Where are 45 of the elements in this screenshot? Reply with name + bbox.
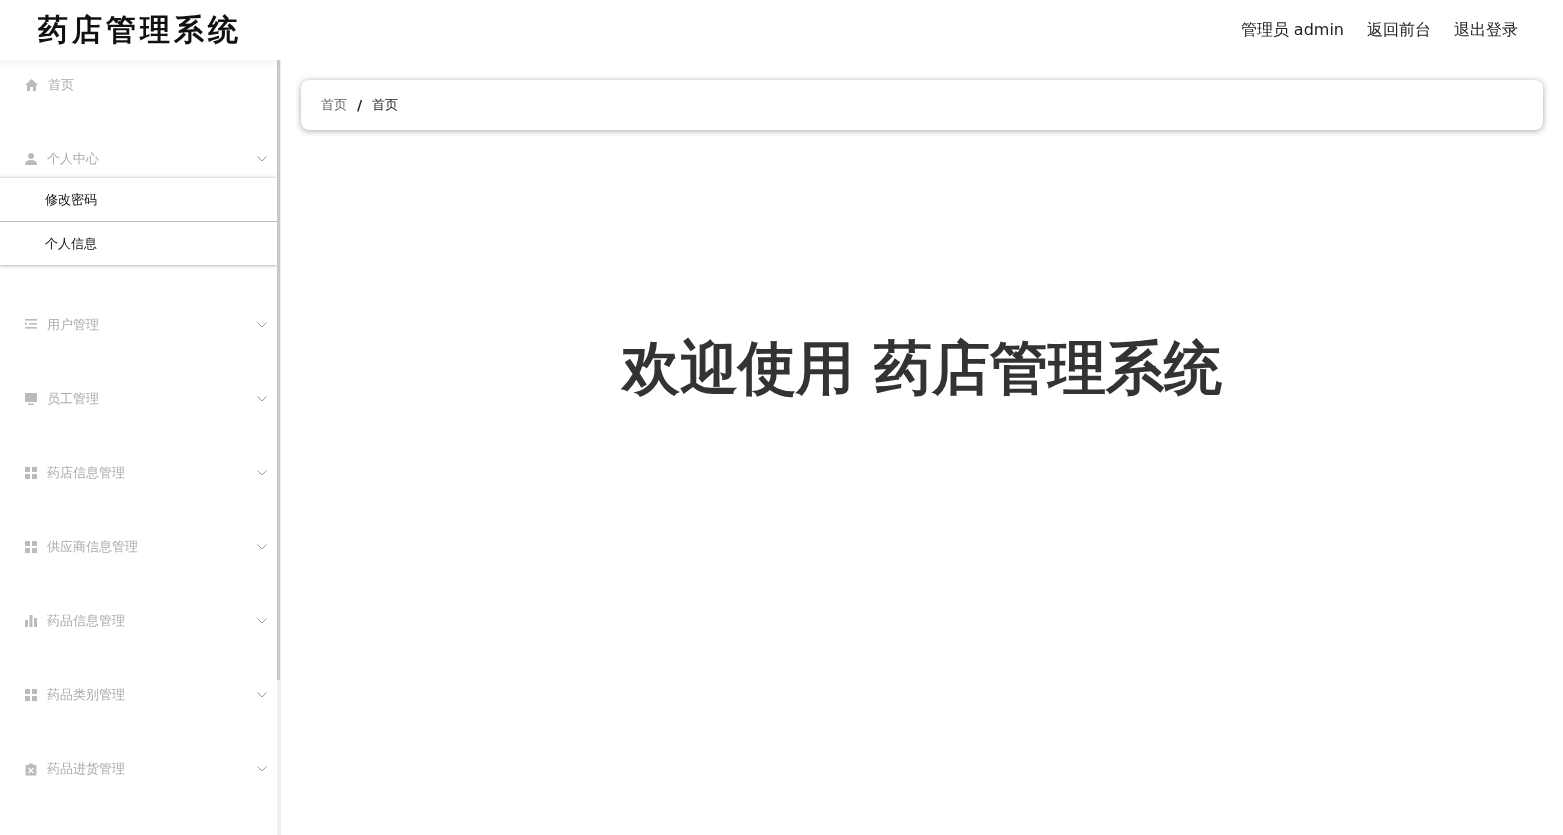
grid-icon — [25, 467, 37, 479]
menu-item[interactable]: 药店信息管理 — [0, 448, 277, 522]
submenu-item[interactable]: 个人信息 — [0, 222, 277, 265]
clipboard-icon — [25, 763, 37, 776]
app-title: 药店管理系统 — [38, 11, 242, 48]
menu-label: 用户管理 — [47, 316, 100, 334]
menu-item[interactable]: 个人中心 — [0, 134, 277, 178]
menu-label: 供应商信息管理 — [47, 538, 139, 556]
chevron-down-icon — [257, 692, 267, 698]
menu-item[interactable]: 药品进货管理 — [0, 744, 277, 818]
breadcrumb-separator: / — [357, 97, 363, 113]
breadcrumb-item[interactable]: 首页 — [321, 96, 347, 114]
chevron-down-icon — [257, 470, 267, 476]
grid-icon — [25, 541, 37, 553]
user-icon — [25, 153, 37, 165]
chevron-down-icon — [257, 618, 267, 624]
bar-chart-icon — [25, 615, 37, 627]
admin-user-label: 管理员 admin — [1240, 19, 1344, 41]
menu-label: 药品类别管理 — [47, 686, 126, 704]
scrollbar[interactable] — [277, 60, 281, 835]
chevron-down-icon — [257, 396, 267, 402]
menu-item[interactable]: 药品信息管理 — [0, 596, 277, 670]
monitor-icon — [25, 393, 37, 405]
header-link[interactable]: 返回前台 — [1367, 19, 1431, 41]
breadcrumb-item: 首页 — [372, 96, 399, 114]
menu-item[interactable]: 用户管理 — [0, 300, 277, 374]
welcome-heading: 欢迎使用 药店管理系统 — [620, 333, 1224, 404]
chevron-down-icon — [257, 766, 267, 772]
menu-label: 个人中心 — [47, 150, 100, 168]
chevron-down-icon — [257, 544, 267, 550]
menu-item[interactable]: 供应商信息管理 — [0, 522, 277, 596]
menu-item[interactable]: 首页 — [0, 60, 277, 134]
menu-item[interactable]: 药品类别管理 — [0, 670, 277, 744]
menu-label: 药品信息管理 — [47, 612, 126, 630]
menu-label: 员工管理 — [47, 390, 100, 408]
menu-label: 首页 — [48, 76, 75, 94]
menu-label: 药品进货管理 — [47, 760, 126, 778]
menu-item[interactable]: 员工管理 — [0, 374, 277, 448]
grid-icon — [25, 689, 37, 701]
list-icon — [25, 319, 37, 329]
chevron-down-icon — [257, 156, 267, 162]
chevron-down-icon — [257, 322, 267, 328]
home-icon — [25, 79, 38, 91]
menu-label: 药店信息管理 — [47, 464, 126, 482]
header-link[interactable]: 退出登录 — [1454, 19, 1518, 41]
